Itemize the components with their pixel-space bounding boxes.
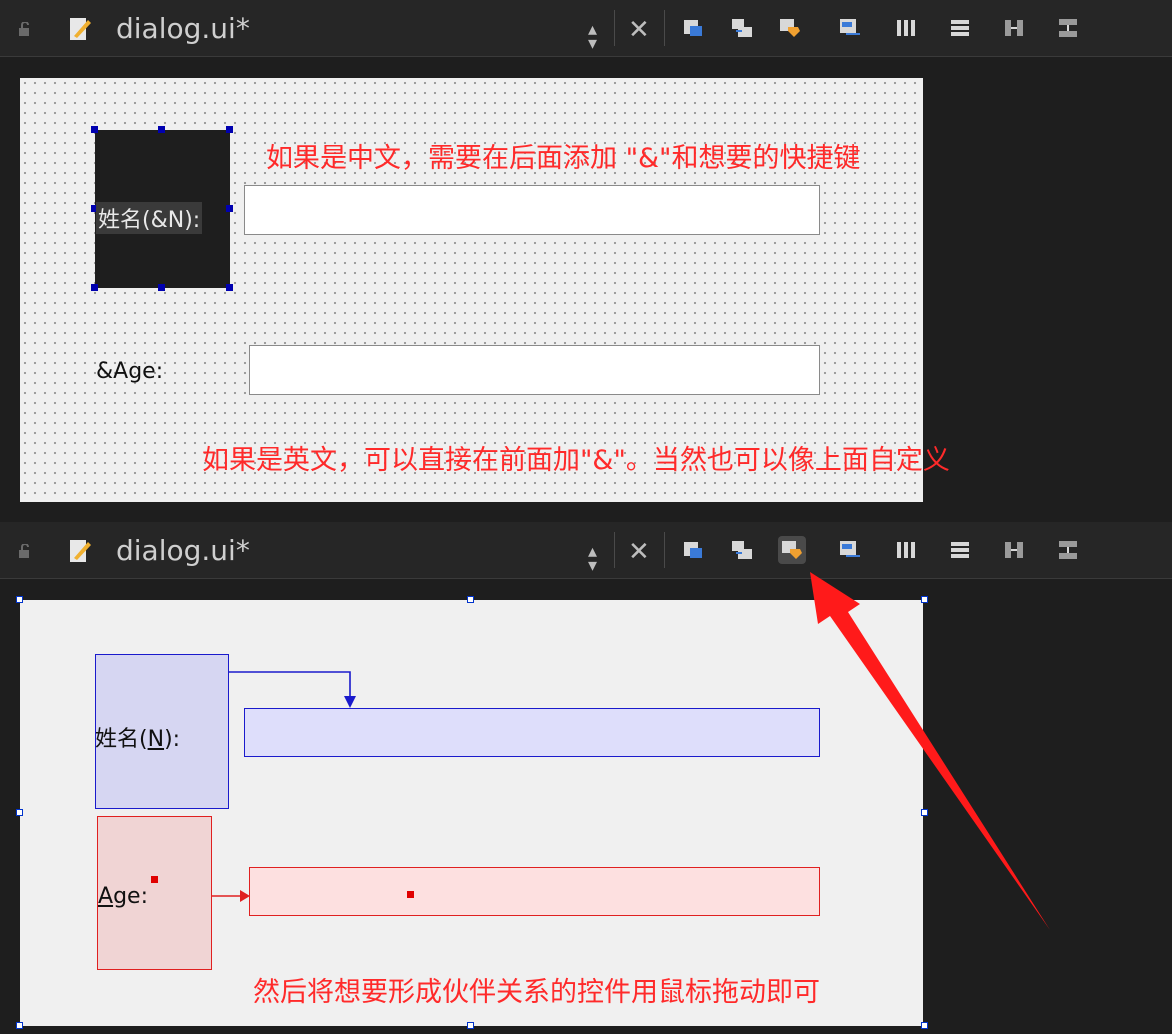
edit-tab-order-icon[interactable] xyxy=(836,536,864,564)
edit-widgets-icon[interactable] xyxy=(680,14,708,42)
age-label-text: Age: xyxy=(98,884,148,909)
name-line-edit-buddy[interactable] xyxy=(244,708,820,757)
note-chinese-shortcut: 如果是中文，需要在后面添加 "&"和想要的快捷键 xyxy=(266,143,861,174)
document-edit-icon xyxy=(70,540,91,562)
layout-horizontal-splitter-icon[interactable] xyxy=(1000,536,1028,564)
close-document-icon[interactable]: ✕ xyxy=(628,14,650,45)
name-line-edit[interactable] xyxy=(244,185,820,235)
file-name[interactable]: dialog.ui* xyxy=(116,12,250,45)
file-switch-icon[interactable]: ▴ ▾ xyxy=(588,20,597,52)
file-name[interactable]: dialog.ui* xyxy=(116,534,250,567)
note-english-shortcut: 如果是英文，可以直接在前面加"&"。当然也可以像上面自定义 xyxy=(202,445,950,476)
lock-icon[interactable] xyxy=(18,544,32,558)
age-line-edit[interactable] xyxy=(249,345,820,395)
edit-signals-slots-icon[interactable] xyxy=(728,14,756,42)
layout-horizontal-icon[interactable] xyxy=(892,14,920,42)
edit-widgets-icon[interactable] xyxy=(680,536,708,564)
layout-vertical-splitter-icon[interactable] xyxy=(1054,14,1082,42)
note-buddy-drag: 然后将想要形成伙伴关系的控件用鼠标拖动即可 xyxy=(253,977,820,1008)
edit-buddies-icon-active[interactable] xyxy=(778,536,806,564)
document-edit-icon xyxy=(70,18,91,40)
edit-tab-order-icon[interactable] xyxy=(836,14,864,42)
edit-signals-slots-icon[interactable] xyxy=(728,536,756,564)
age-line-edit-buddy[interactable] xyxy=(249,867,820,916)
lock-icon[interactable] xyxy=(18,22,32,36)
name-label-text: 姓名(N): xyxy=(95,727,181,752)
layout-vertical-icon[interactable] xyxy=(946,14,974,42)
layout-horizontal-icon[interactable] xyxy=(892,536,920,564)
editor-toolbar-bottom: dialog.ui* ▴ ▾ ✕ xyxy=(0,522,1172,579)
age-label-text[interactable]: &Age: xyxy=(96,359,163,384)
layout-vertical-icon[interactable] xyxy=(946,536,974,564)
name-label-text: 姓名(&N): xyxy=(96,202,203,234)
form-canvas-bottom[interactable]: 姓名(N): Age: 然后将想要形成伙伴关系的控件用鼠标拖动即可 xyxy=(20,600,923,1026)
close-document-icon[interactable]: ✕ xyxy=(628,536,650,567)
editor-toolbar-top: dialog.ui* ▴ ▾ ✕ xyxy=(0,0,1172,57)
edit-buddies-icon[interactable] xyxy=(776,14,804,42)
layout-horizontal-splitter-icon[interactable] xyxy=(1000,14,1028,42)
form-canvas-top[interactable]: 姓名(&N): 如果是中文，需要在后面添加 "&"和想要的快捷键 &Age: 如… xyxy=(20,78,950,502)
file-switch-icon[interactable]: ▴ ▾ xyxy=(588,542,597,574)
layout-vertical-splitter-icon[interactable] xyxy=(1054,536,1082,564)
